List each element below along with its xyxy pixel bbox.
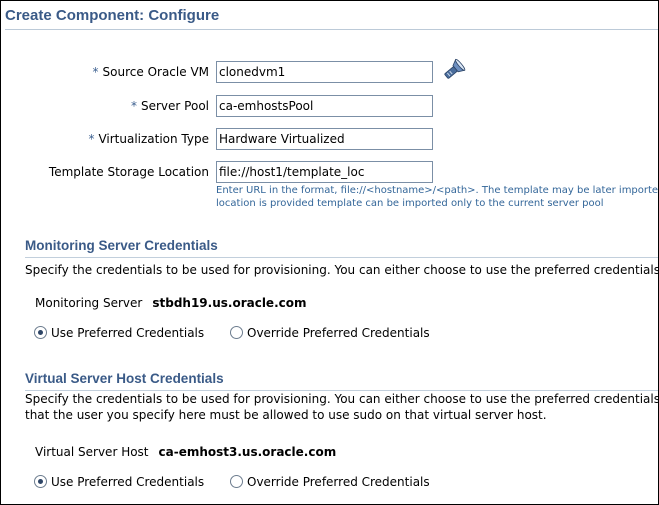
source-vm-row: * Source Oracle VM clonedvm1 xyxy=(1,58,658,85)
monitoring-server-row: Monitoring Server stbdh19.us.oracle.com xyxy=(35,296,307,310)
monitoring-server-label: Monitoring Server xyxy=(35,296,143,310)
monitoring-description: Specify the credentials to be used for p… xyxy=(25,263,659,277)
source-vm-label: * Source Oracle VM xyxy=(92,65,209,79)
template-location-row: Template Storage Location file://host1/t… xyxy=(1,161,658,185)
monitoring-server-value: stbdh19.us.oracle.com xyxy=(152,296,307,310)
flashlight-search-icon[interactable] xyxy=(441,58,467,82)
description-line: that the user you specify here must be a… xyxy=(25,408,547,422)
source-vm-input[interactable]: clonedvm1 xyxy=(216,61,433,83)
title-divider xyxy=(5,29,658,30)
server-pool-row: * Server Pool ca-emhostsPool xyxy=(1,95,658,119)
radio-unselected-icon[interactable] xyxy=(230,326,243,339)
radio-unselected-icon[interactable] xyxy=(230,475,243,488)
radio-selected-icon[interactable] xyxy=(34,326,47,339)
template-location-label: Template Storage Location xyxy=(48,165,209,179)
radio-selected-icon[interactable] xyxy=(34,475,47,488)
required-marker: * xyxy=(131,99,137,113)
configure-panel: Create Component: Configure * Source Orac… xyxy=(0,0,659,505)
monitoring-section-divider xyxy=(25,257,658,258)
virtual-host-value: ca-emhost3.us.oracle.com xyxy=(158,445,337,459)
template-location-input[interactable]: file://host1/template_loc xyxy=(216,161,433,183)
virtual-host-label: Virtual Server Host xyxy=(35,445,149,459)
server-pool-input[interactable]: ca-emhostsPool xyxy=(216,95,433,117)
hint-line: location is provided template can be imp… xyxy=(216,198,604,209)
required-marker: * xyxy=(88,132,95,146)
virtual-host-row: Virtual Server Host ca-emhost3.us.oracle.… xyxy=(35,445,336,459)
virtualization-type-row: * Virtualization Type Hardware Virtualize… xyxy=(1,128,658,152)
page-title: Create Component: Configure xyxy=(5,7,220,24)
virtualization-type-input[interactable]: Hardware Virtualized xyxy=(216,128,433,150)
hint-line: Enter URL in the format, file://<hostnam… xyxy=(216,185,659,196)
monitoring-section-title: Monitoring Server Credentials xyxy=(25,238,218,253)
virtual-host-override-radio[interactable]: Override Preferred Credentials xyxy=(230,475,430,489)
virtual-host-preferred-radio[interactable]: Use Preferred Credentials xyxy=(34,475,204,489)
monitoring-preferred-radio[interactable]: Use Preferred Credentials xyxy=(34,326,204,340)
virtual-host-description: Specify the credentials to be used for p… xyxy=(25,391,659,423)
virtualization-type-label: * Virtualization Type xyxy=(88,132,209,146)
monitoring-override-radio[interactable]: Override Preferred Credentials xyxy=(230,326,430,340)
virtual-host-section-title: Virtual Server Host Credentials xyxy=(25,371,224,386)
required-marker: * xyxy=(92,65,99,79)
server-pool-label: * Server Pool xyxy=(131,99,209,113)
template-location-hint: Enter URL in the format, file://<hostnam… xyxy=(216,184,659,210)
description-line: Specify the credentials to be used for p… xyxy=(25,392,659,406)
